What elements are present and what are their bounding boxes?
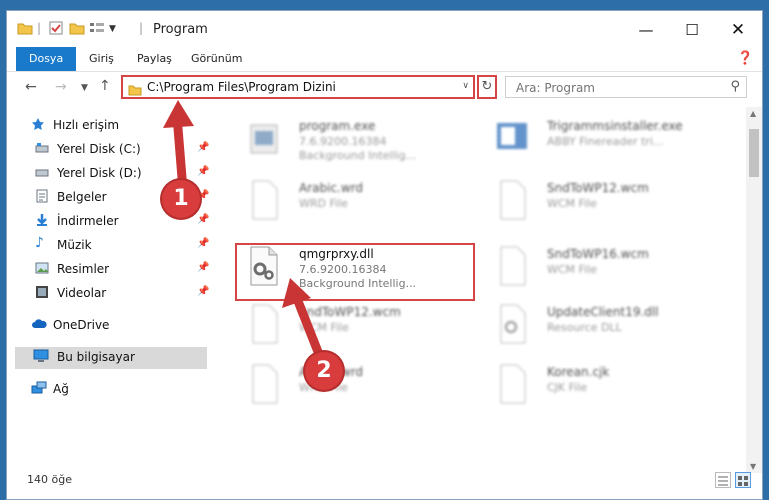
annotation-arrows — [163, 100, 327, 367]
step-marker-1: 1 — [162, 180, 200, 218]
step-marker-2: 2 — [305, 352, 343, 390]
